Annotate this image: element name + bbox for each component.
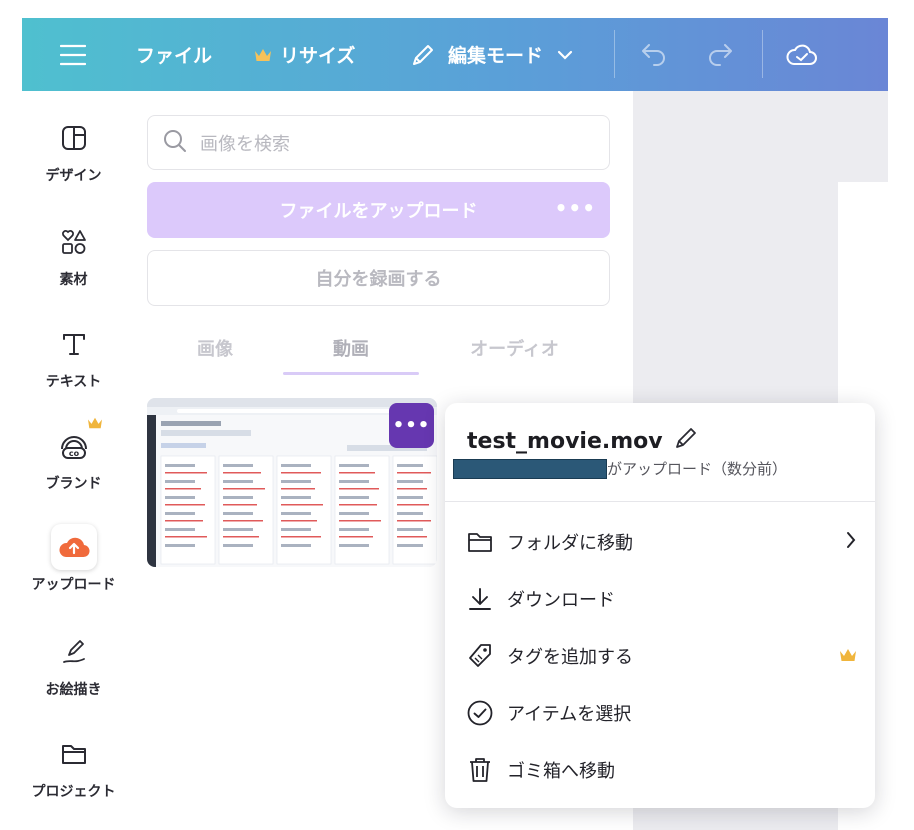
hamburger-icon (60, 44, 86, 66)
menu-button[interactable] (60, 18, 86, 91)
record-yourself-button[interactable]: 自分を録画する (147, 250, 610, 306)
top-bar: ファイル リサイズ 編集モード (22, 18, 888, 91)
media-tabs: 画像 動画 オーディオ (147, 323, 610, 375)
active-tab-indicator (283, 372, 419, 375)
sidebar-item-elements[interactable]: 素材 (22, 219, 125, 289)
menu-item-select[interactable]: アイテムを選択 (465, 693, 857, 733)
file-name-row: test_movie.mov (467, 425, 699, 457)
left-sidebar: デザイン 素材 テキスト co ブランド アップロード お絵描き プロジェクト (22, 91, 125, 830)
sidebar-item-text[interactable]: テキスト (22, 321, 125, 391)
chevron-down-icon (557, 50, 573, 60)
crown-icon (839, 647, 857, 668)
more-options-button[interactable]: ••• (555, 196, 596, 220)
sidebar-item-projects[interactable]: プロジェクト (22, 731, 125, 801)
design-icon (51, 115, 97, 161)
menu-item-move-to-trash[interactable]: ゴミ箱へ移動 (465, 750, 857, 790)
divider (762, 30, 763, 78)
search-icon (162, 128, 188, 158)
thumbnail-more-button[interactable]: ••• (389, 403, 434, 448)
draw-icon (51, 629, 97, 675)
undo-icon (640, 43, 668, 66)
svg-text:co: co (68, 449, 79, 458)
search-input[interactable]: 画像を検索 (147, 115, 610, 170)
tab-audio[interactable]: オーディオ (419, 323, 610, 373)
cloud-save-button[interactable] (786, 18, 818, 91)
folder-icon (465, 527, 495, 557)
undo-button[interactable] (640, 18, 668, 91)
sidebar-item-design[interactable]: デザイン (22, 115, 125, 185)
trash-icon (465, 755, 495, 785)
edit-name-pencil-icon[interactable] (663, 425, 699, 457)
search-placeholder: 画像を検索 (200, 133, 290, 155)
text-icon (51, 321, 97, 367)
menu-item-add-tag[interactable]: タグを追加する (465, 636, 857, 676)
pencil-icon (410, 42, 436, 68)
chevron-right-icon (845, 530, 857, 555)
tab-images[interactable]: 画像 (147, 323, 283, 373)
file-name: test_movie.mov (467, 428, 663, 454)
sidebar-item-uploads[interactable]: アップロード (22, 524, 125, 594)
download-icon (465, 584, 495, 614)
resize-button[interactable]: リサイズ (254, 18, 355, 91)
upload-info: がアップロード（数分前） (453, 458, 787, 479)
menu-item-move-to-folder[interactable]: フォルダに移動 (465, 522, 857, 562)
crown-icon (254, 47, 272, 63)
tag-icon (465, 641, 495, 671)
edit-mode-dropdown[interactable]: 編集モード (410, 18, 573, 91)
crown-icon (87, 415, 103, 434)
upload-files-button[interactable]: ファイルをアップロード ••• (147, 182, 610, 238)
menu-item-download[interactable]: ダウンロード (465, 579, 857, 619)
elements-icon (51, 219, 97, 265)
check-circle-icon (465, 698, 495, 728)
file-menu-button[interactable]: ファイル (136, 18, 212, 91)
cloud-check-icon (786, 43, 818, 67)
sidebar-item-brand[interactable]: co ブランド (22, 417, 125, 493)
redo-icon (706, 43, 734, 66)
folder-icon (51, 731, 97, 777)
divider (614, 30, 615, 78)
tab-videos[interactable]: 動画 (283, 323, 419, 373)
brand-icon: co (51, 417, 102, 469)
redacted-user-name (453, 458, 607, 479)
upload-cloud-icon (50, 524, 97, 570)
sidebar-item-draw[interactable]: お絵描き (22, 629, 125, 699)
file-context-menu: test_movie.mov がアップロード（数分前） フォルダに移動 ダウンロ… (445, 403, 875, 808)
divider (445, 501, 875, 502)
redo-button[interactable] (706, 18, 734, 91)
